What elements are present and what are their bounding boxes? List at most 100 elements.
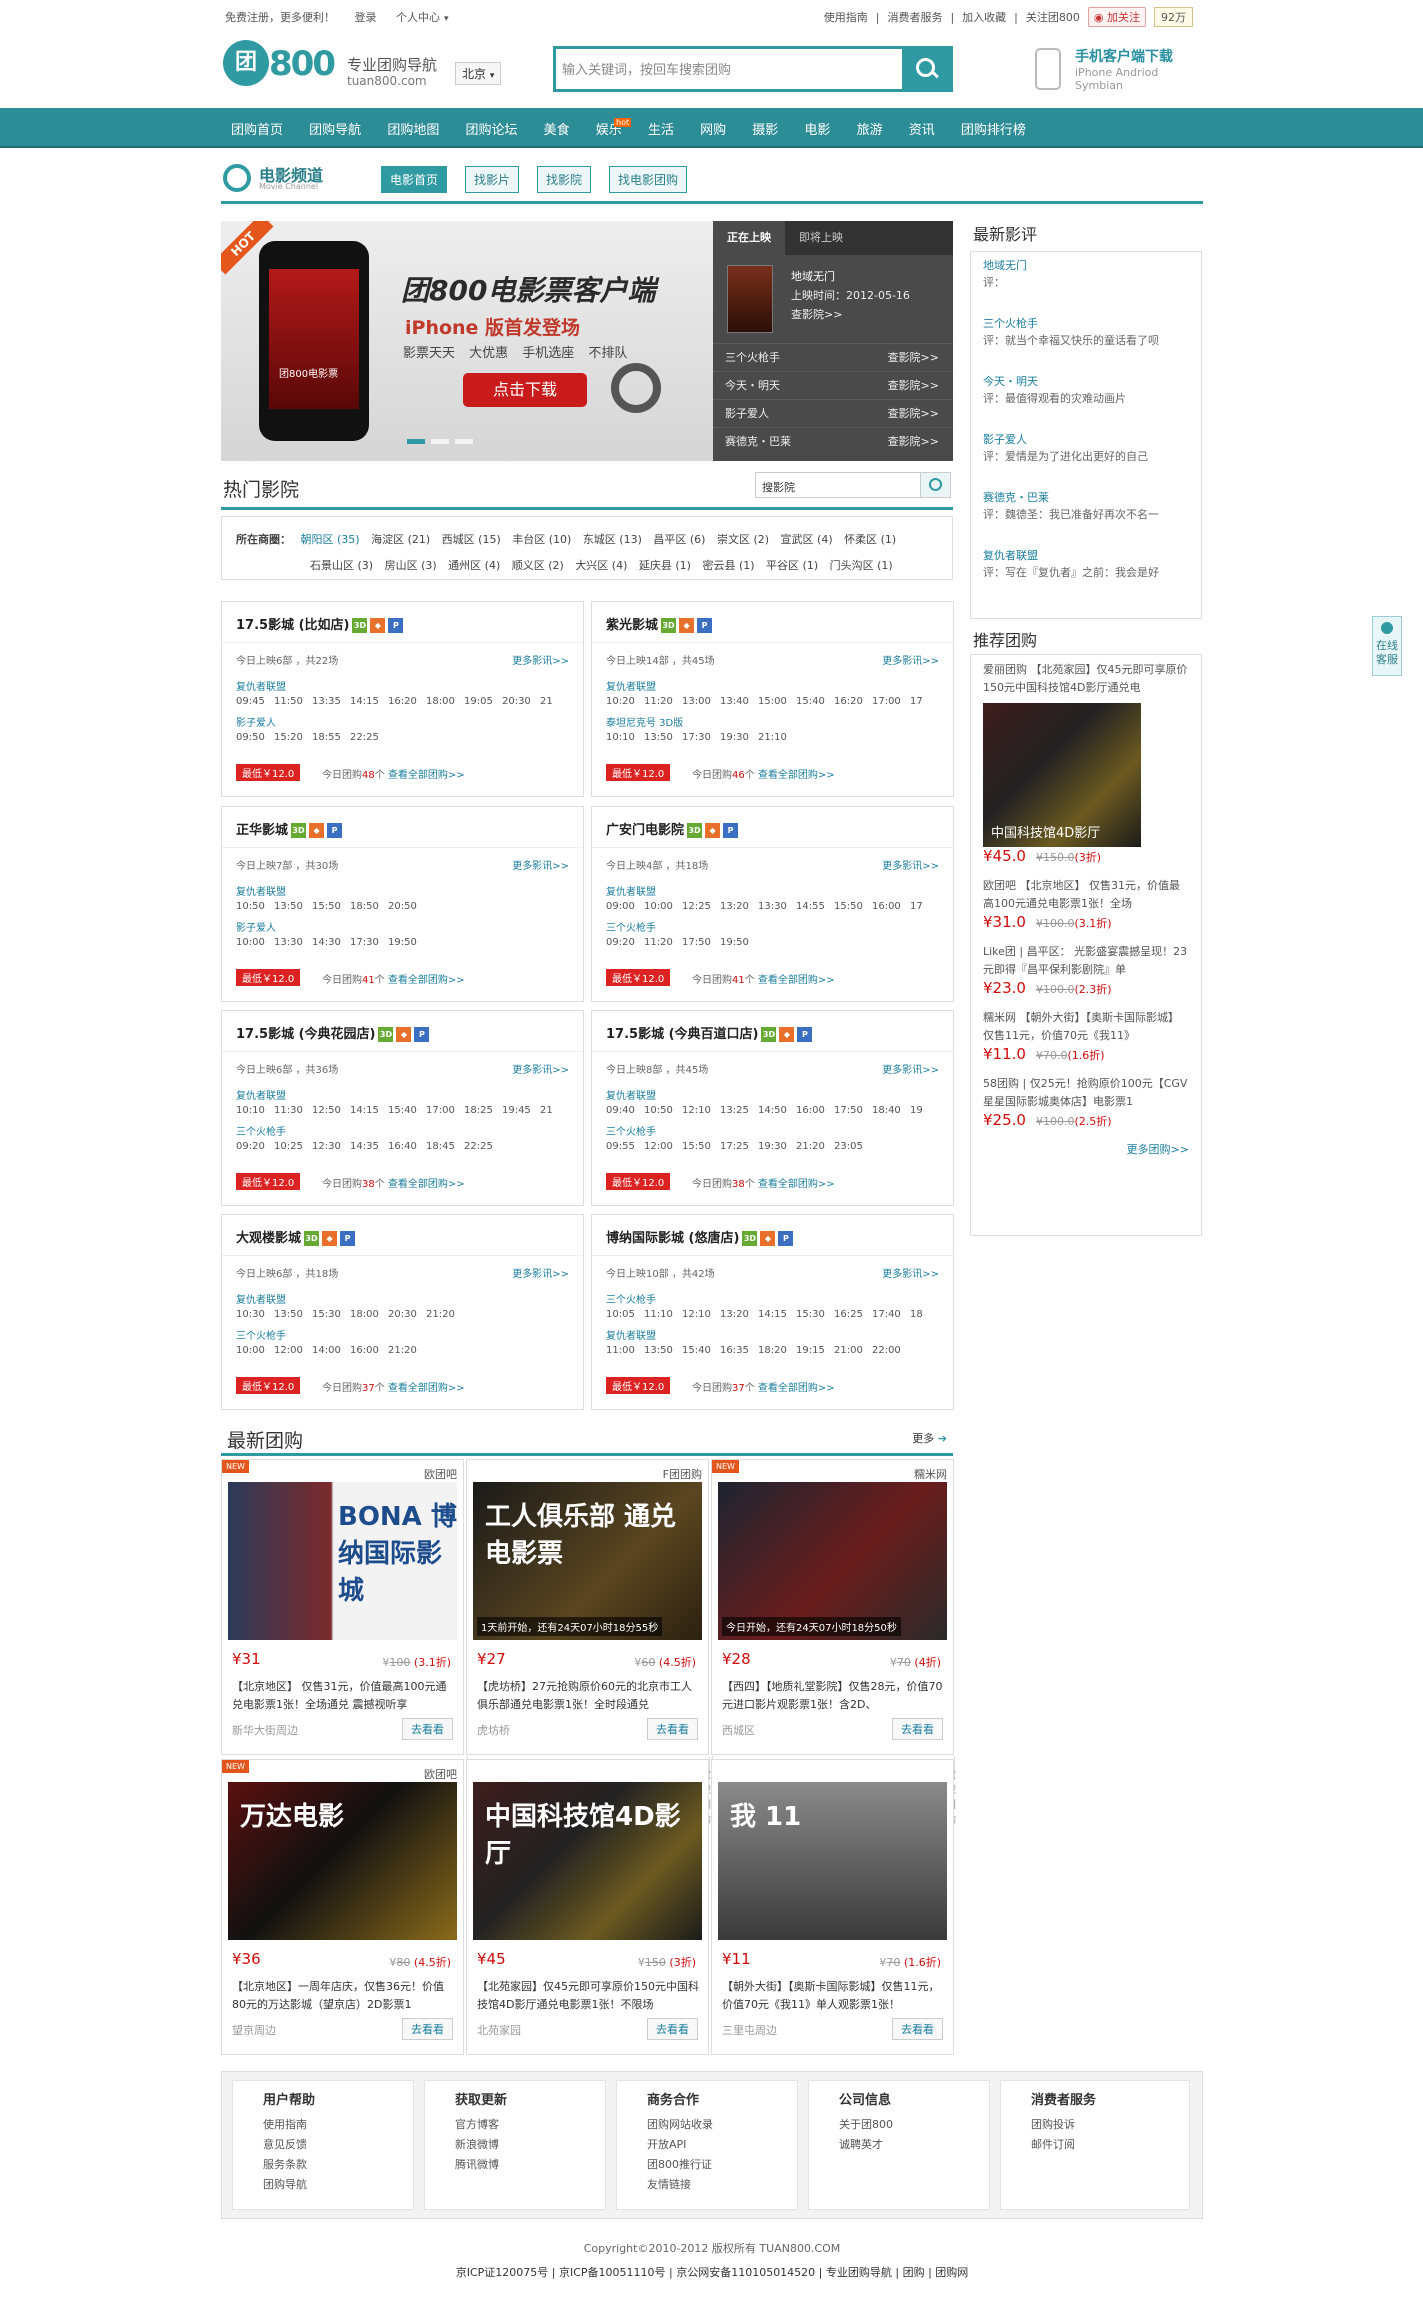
movie-link[interactable]: 三个火枪手 bbox=[606, 1123, 656, 1138]
deal-image[interactable]: 工人俱乐部 通兑电影票 1天前开始，还有24天07小时18分55秒 bbox=[473, 1482, 702, 1640]
review-text[interactable]: 评：就当个幸福又快乐的童话看了呗 bbox=[983, 332, 1189, 350]
movie-link[interactable]: 复仇者联盟 bbox=[606, 678, 656, 693]
cinema-name[interactable]: 博纳国际影城 (悠唐店) 3D ◆ P bbox=[606, 1227, 794, 1246]
movie-link[interactable]: 复仇者联盟 bbox=[606, 1087, 656, 1102]
deal-desc[interactable]: 【西四】【地质礼堂影院】仅售28元，价值70元进口影片观影票1张！含2D、 bbox=[722, 1678, 944, 1714]
all-deals-link[interactable]: 查看全部团购>> bbox=[758, 1179, 835, 1190]
movie-link[interactable]: 影子爱人 bbox=[236, 919, 276, 934]
nav-item-life[interactable]: 生活 bbox=[648, 123, 674, 138]
footer-link[interactable]: 意见反馈 bbox=[263, 2135, 383, 2155]
review-text[interactable]: 评：写在『复仇者』之前：我会是好 bbox=[983, 564, 1189, 582]
more-deals-link[interactable]: 更多团购>> bbox=[983, 1141, 1189, 1157]
nav-item-photo[interactable]: 摄影 bbox=[752, 123, 778, 138]
list-item[interactable]: 影子爱人 查影院>> bbox=[713, 399, 953, 427]
more-showtimes-link[interactable]: 更多影讯>> bbox=[512, 1265, 569, 1280]
area-link[interactable]: 昌平区 (6) bbox=[653, 533, 705, 546]
nav-item-navigation[interactable]: 团购导航 bbox=[309, 123, 361, 138]
carousel-dot[interactable] bbox=[407, 439, 425, 444]
footer-link[interactable]: 服务条款 bbox=[263, 2155, 383, 2175]
carousel-dot[interactable] bbox=[431, 439, 449, 444]
recommend-item[interactable]: 58团购 | 仅25元！抢购原价100元【CGV星星国际影城奥体店】电影票1 ¥… bbox=[983, 1075, 1189, 1131]
recommend-desc[interactable]: 欧团吧 【北京地区】 仅售31元，价值最高100元通兑电影票1张！全场 bbox=[983, 877, 1189, 913]
view-deal-button[interactable]: 去看看 bbox=[402, 1718, 453, 1740]
nav-item-online-shopping[interactable]: 网购 bbox=[700, 123, 726, 138]
more-showtimes-link[interactable]: 更多影讯>> bbox=[882, 857, 939, 872]
footer-link[interactable]: 团800推行证 bbox=[647, 2155, 767, 2175]
area-link[interactable]: 石景山区 (3) bbox=[310, 559, 373, 572]
cinema-search-input[interactable]: 搜影院 bbox=[762, 479, 795, 495]
area-link[interactable]: 房山区 (3) bbox=[385, 559, 437, 572]
movie-link[interactable]: 复仇者联盟 bbox=[236, 678, 286, 693]
more-link[interactable]: 更多 ➔ bbox=[912, 1430, 947, 1446]
deal-image[interactable]: 我 11 bbox=[718, 1782, 947, 1940]
more-showtimes-link[interactable]: 更多影讯>> bbox=[512, 1061, 569, 1076]
search-input[interactable]: 输入关键词，按回车搜索团购 bbox=[562, 59, 731, 78]
movie-link[interactable]: 三个火枪手 bbox=[236, 1123, 286, 1138]
guide-link[interactable]: 使用指南 bbox=[824, 9, 868, 25]
footer-link[interactable]: 新浪微博 bbox=[455, 2135, 575, 2155]
more-showtimes-link[interactable]: 更多影讯>> bbox=[512, 652, 569, 667]
more-showtimes-link[interactable]: 更多影讯>> bbox=[882, 1061, 939, 1076]
area-link[interactable]: 朝阳区 (35) bbox=[301, 533, 360, 546]
review-movie[interactable]: 今天・明天 bbox=[983, 374, 1189, 390]
tab-find-cinema[interactable]: 找影院 bbox=[537, 166, 592, 193]
deal-desc[interactable]: 【北京地区】一周年店庆，仅售36元！价值80元的万达影城（望京店）2D影票1 bbox=[232, 1978, 454, 2014]
deal-card[interactable]: F团团购 工人俱乐部 通兑电影票 1天前开始，还有24天07小时18分55秒 ¥27 ¥… bbox=[466, 1459, 711, 1826]
consumer-service-link[interactable]: 消费者服务 bbox=[887, 9, 942, 25]
all-deals-link[interactable]: 查看全部团购>> bbox=[758, 1383, 835, 1394]
area-link[interactable]: 海淀区 (21) bbox=[371, 533, 430, 546]
movie-link[interactable]: 影子爱人 bbox=[236, 714, 276, 729]
movie-link[interactable]: 三个火枪手 bbox=[236, 1327, 286, 1342]
follow-link[interactable]: 关注团800 bbox=[1026, 9, 1080, 25]
review-text[interactable]: 评：爱情是为了进化出更好的自己 bbox=[983, 448, 1189, 466]
recommend-desc[interactable]: 糯米网 【朝外大街】【奥斯卡国际影城】仅售11元，价值70元《我11》 bbox=[983, 1009, 1189, 1045]
area-link[interactable]: 东城区 (13) bbox=[583, 533, 642, 546]
footer-link[interactable]: 团购投诉 bbox=[1031, 2115, 1159, 2135]
find-cinema-link[interactable]: 查影院>> bbox=[888, 428, 939, 456]
deal-desc[interactable]: 【北苑家园】仅45元即可享原价150元中国科技馆4D影厅通兑电影票1张！不限场 bbox=[477, 1978, 699, 2014]
more-showtimes-link[interactable]: 更多影讯>> bbox=[512, 857, 569, 872]
area-link[interactable]: 延庆县 (1) bbox=[639, 559, 691, 572]
carousel-dot[interactable] bbox=[455, 439, 473, 444]
recommend-image[interactable]: 中国科技馆4D影厅 bbox=[983, 703, 1141, 847]
footer-link[interactable]: 使用指南 bbox=[263, 2115, 383, 2135]
cinema-name[interactable]: 17.5影城 (今典百道口店) 3D ◆ P bbox=[606, 1023, 813, 1042]
movie-link[interactable]: 复仇者联盟 bbox=[236, 883, 286, 898]
movie-link[interactable]: 泰坦尼克号 3D版 bbox=[606, 714, 683, 729]
recommend-desc[interactable]: Like团 | 昌平区： 光影盛宴震撼呈现！23元即得『昌平保利影剧院』单 bbox=[983, 943, 1189, 979]
recommend-desc[interactable]: 爱丽团购 【北苑家园】仅45元即可享原价150元中国科技馆4D影厅通兑电 bbox=[983, 661, 1189, 697]
tab-find-movie-deal[interactable]: 找电影团购 bbox=[609, 166, 688, 193]
tab-now-showing[interactable]: 正在上映 bbox=[713, 221, 785, 255]
nav-item-home[interactable]: 团购首页 bbox=[231, 123, 283, 138]
movie-link[interactable]: 复仇者联盟 bbox=[236, 1087, 286, 1102]
footer-link[interactable]: 友情链接 bbox=[647, 2175, 767, 2195]
promo-banner[interactable]: HOT 团800电影票 团800电影票客户端 iPhone 版首发登场 影票天天… bbox=[221, 221, 713, 461]
find-cinema-link[interactable]: 查影院>> bbox=[888, 372, 939, 400]
logo[interactable]: 团 800 bbox=[223, 38, 348, 98]
recommend-item[interactable]: 欧团吧 【北京地区】 仅售31元，价值最高100元通兑电影票1张！全场 ¥31.… bbox=[983, 877, 1189, 933]
more-showtimes-link[interactable]: 更多影讯>> bbox=[882, 652, 939, 667]
footer-link[interactable]: 腾讯微博 bbox=[455, 2155, 575, 2175]
online-service-button[interactable]: 在线客服 bbox=[1372, 616, 1402, 676]
recommend-item[interactable]: Like团 | 昌平区： 光影盛宴震撼呈现！23元即得『昌平保利影剧院』单 ¥2… bbox=[983, 943, 1189, 999]
tab-coming-soon[interactable]: 即将上映 bbox=[785, 221, 857, 255]
nav-item-travel[interactable]: 旅游 bbox=[857, 123, 883, 138]
more-showtimes-link[interactable]: 更多影讯>> bbox=[882, 1265, 939, 1280]
list-item[interactable]: 今天・明天 查影院>> bbox=[713, 371, 953, 399]
footer-link[interactable]: 团购网站收录 bbox=[647, 2115, 767, 2135]
login-link[interactable]: 登录 bbox=[355, 11, 377, 24]
deal-card[interactable]: 糯米网 今日开始，还有24天07小时18分50秒 NEW ¥28 ¥70 (4折) 【西四… bbox=[711, 1459, 956, 1826]
footer-link[interactable]: 开放API bbox=[647, 2135, 767, 2155]
nav-item-map[interactable]: 团购地图 bbox=[387, 123, 439, 138]
deal-card[interactable]: 欧团吧 万达电影 NEW ¥36 ¥80 (4.5折) 【北京地区】一周年店庆，仅售36元… bbox=[221, 1759, 464, 2055]
area-link[interactable]: 丰台区 (10) bbox=[512, 533, 571, 546]
nav-item-movie[interactable]: 电影 bbox=[804, 123, 830, 138]
list-item[interactable]: 赛德克・巴莱 查影院>> bbox=[713, 427, 953, 455]
tab-find-movie[interactable]: 找影片 bbox=[465, 166, 520, 193]
view-deal-button[interactable]: 去看看 bbox=[647, 1718, 698, 1740]
area-link[interactable]: 西城区 (15) bbox=[442, 533, 501, 546]
deal-image[interactable]: 万达电影 bbox=[228, 1782, 457, 1940]
footer-link[interactable]: 诚聘英才 bbox=[839, 2135, 959, 2155]
view-deal-button[interactable]: 去看看 bbox=[647, 2018, 698, 2040]
movie-link[interactable]: 复仇者联盟 bbox=[606, 883, 656, 898]
